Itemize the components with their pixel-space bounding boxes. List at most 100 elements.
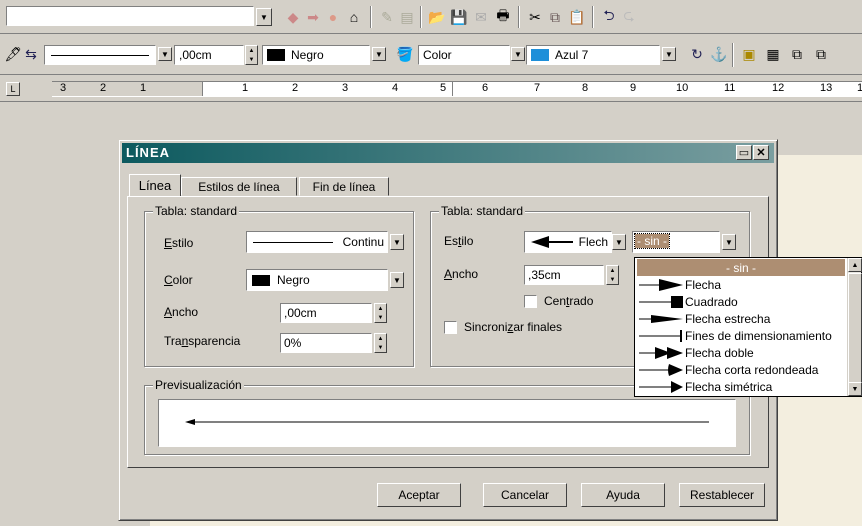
color-swatch	[252, 275, 270, 286]
anchor-icon[interactable]: ⚓	[710, 45, 728, 63]
list-item-flecha[interactable]: Flecha	[637, 276, 845, 293]
separator	[518, 6, 520, 28]
stop-icon[interactable]: ●	[324, 8, 342, 26]
sync-ends-checkbox[interactable]	[444, 321, 457, 334]
ok-button[interactable]: Aceptar	[377, 483, 461, 507]
list-item-flecha-simetrica[interactable]: Flecha simétrica	[637, 378, 845, 395]
paint-bucket-icon[interactable]: 🪣	[396, 45, 414, 63]
ruler-label: 2	[292, 82, 299, 94]
scroll-thumb[interactable]	[848, 273, 862, 383]
redo-icon[interactable]: ⮎	[620, 7, 638, 26]
line-width-input[interactable]: ,00cm	[174, 45, 244, 65]
dropdown-scrollbar[interactable]: ▲ ▼	[847, 258, 862, 396]
arrow-start-select[interactable]: Flech	[524, 231, 612, 253]
rotate-icon[interactable]: ↻	[688, 45, 706, 63]
arrange-back-icon[interactable]: ⧉	[812, 45, 830, 63]
save-icon[interactable]: 💾	[450, 8, 468, 26]
arrow-width-spinner[interactable]: ▲ ▼	[606, 265, 619, 285]
arrow-width-input[interactable]: ,35cm	[524, 265, 604, 285]
ruler-label: 1	[857, 82, 862, 94]
area-color-select[interactable]: Azul 7	[526, 45, 660, 65]
symmetric-arrow-icon	[639, 380, 683, 393]
arrow-end-dropdown-list[interactable]: - sin - Flecha Cuadrado Flecha estrecha …	[634, 257, 862, 397]
send-back-icon[interactable]: ▦	[764, 45, 782, 63]
list-item-flecha-estrecha[interactable]: Flecha estrecha	[637, 310, 845, 327]
separator	[592, 6, 594, 28]
line-style-select[interactable]	[44, 45, 156, 65]
preview-title: Previsualización	[153, 378, 244, 392]
area-color-dropdown[interactable]: ▼	[662, 47, 676, 61]
line-color-select[interactable]: Negro	[246, 269, 388, 291]
line-icon[interactable]: 🖋	[4, 45, 22, 63]
scroll-down-button[interactable]: ▼	[848, 382, 862, 396]
list-item-fines-dimensionamiento[interactable]: Fines de dimensionamiento	[637, 327, 845, 344]
ruler-label: 1	[242, 82, 249, 94]
reset-button[interactable]: Restablecer	[679, 483, 765, 507]
arrow-start-preview	[531, 236, 573, 248]
arrow-end-dropdown[interactable]: ▼	[722, 234, 736, 250]
dialog-title: LÍNEA	[126, 145, 170, 160]
close-icon[interactable]: ✕	[753, 145, 769, 160]
copy-icon[interactable]: ⧉	[546, 8, 564, 26]
list-item-flecha-corta-redondeada[interactable]: Flecha corta redondeada	[637, 361, 845, 378]
cancel-button[interactable]: Cancelar	[483, 483, 567, 507]
ruler-label: 12	[772, 82, 785, 94]
ruler-label: 13	[820, 82, 833, 94]
line-style-dropdown[interactable]: ▼	[390, 234, 404, 250]
arrange-icon[interactable]: ⧉	[788, 45, 806, 63]
line-width-input[interactable]: ,00cm	[280, 303, 372, 323]
horizontal-ruler[interactable]: 3 2 1 1 2 3 4 5 6 7 8 9 10 11 12 13 1	[52, 81, 862, 97]
list-item-flecha-doble[interactable]: Flecha doble	[637, 344, 845, 361]
line-color-dropdown[interactable]: ▼	[372, 47, 386, 61]
transparencia-label: Transparencia	[164, 334, 241, 348]
line-color-dropdown[interactable]: ▼	[390, 272, 404, 288]
paste-icon[interactable]: 📋	[568, 8, 586, 26]
url-dropdown-button[interactable]: ▼	[256, 8, 272, 26]
line-width-spinner[interactable]: ▲ ▼	[245, 45, 258, 65]
transparency-spinner[interactable]: ▲ ▼	[374, 333, 387, 353]
dialog-titlebar[interactable]: LÍNEA ▭ ✕	[122, 143, 774, 163]
ruler-label: 8	[582, 82, 589, 94]
area-style-dropdown[interactable]: ▼	[511, 47, 525, 61]
back-icon[interactable]: ◆	[284, 8, 302, 26]
color-swatch	[267, 49, 285, 61]
list-item-sin[interactable]: - sin -	[637, 259, 845, 276]
ruler-label: 2	[100, 82, 107, 94]
group-title: Tabla: standard	[439, 204, 526, 218]
line-style-dropdown[interactable]: ▼	[158, 47, 172, 61]
cut-icon[interactable]: ✂	[526, 8, 544, 26]
arrow-start-dropdown[interactable]: ▼	[612, 234, 626, 250]
tab-stop-selector[interactable]: L	[6, 82, 20, 96]
transparency-input[interactable]: 0%	[280, 333, 372, 353]
ruler-bar: L 3 2 1 1 2 3 4 5 6 7 8 9 10 11 12 13 1	[0, 76, 862, 102]
tab-fin-de-linea[interactable]: Fin de línea	[299, 177, 389, 196]
line-color-select[interactable]: Negro	[262, 45, 370, 65]
email-icon[interactable]: ✉	[472, 8, 490, 26]
list-item-cuadrado[interactable]: Cuadrado	[637, 293, 845, 310]
help-button[interactable]: Ayuda	[581, 483, 665, 507]
area-style-select[interactable]: Color	[418, 45, 510, 65]
home-icon[interactable]: ⌂	[345, 8, 363, 26]
scroll-up-button[interactable]: ▲	[848, 258, 862, 272]
toolbar-function-bar: ▼ ◆ ➡ ● ⌂ ✎ ▤ 📂 💾 ✉ 🖶 ✂ ⧉ 📋 ⮌ ⮎	[0, 0, 862, 34]
bring-front-icon[interactable]: ▣	[740, 45, 758, 63]
ruler-label: 11	[724, 82, 736, 94]
arrow-end-select[interactable]: - sin -	[632, 231, 720, 253]
help-icon[interactable]: ▭	[736, 145, 752, 160]
url-input[interactable]	[6, 6, 254, 26]
forward-icon[interactable]: ➡	[304, 8, 322, 26]
open-icon[interactable]: 📂	[428, 8, 446, 26]
line-style-select[interactable]: Continu	[246, 231, 388, 253]
edit-file-icon[interactable]: ✎	[378, 8, 396, 26]
tab-linea[interactable]: Línea	[129, 174, 181, 196]
print-icon[interactable]: 🖶	[494, 7, 512, 26]
ruler-label: 1	[140, 82, 147, 94]
edit-mode-icon[interactable]: ▤	[398, 8, 416, 26]
centrado-checkbox[interactable]	[524, 295, 537, 308]
estilo-label: Estilo	[164, 236, 194, 250]
tab-estilos-de-linea[interactable]: Estilos de línea	[181, 177, 297, 196]
undo-icon[interactable]: ⮌	[600, 7, 618, 26]
narrow-arrow-icon	[639, 314, 683, 323]
line-width-spinner[interactable]: ▲ ▼	[374, 303, 387, 323]
arrow-style-icon[interactable]: ⇆	[22, 45, 40, 63]
